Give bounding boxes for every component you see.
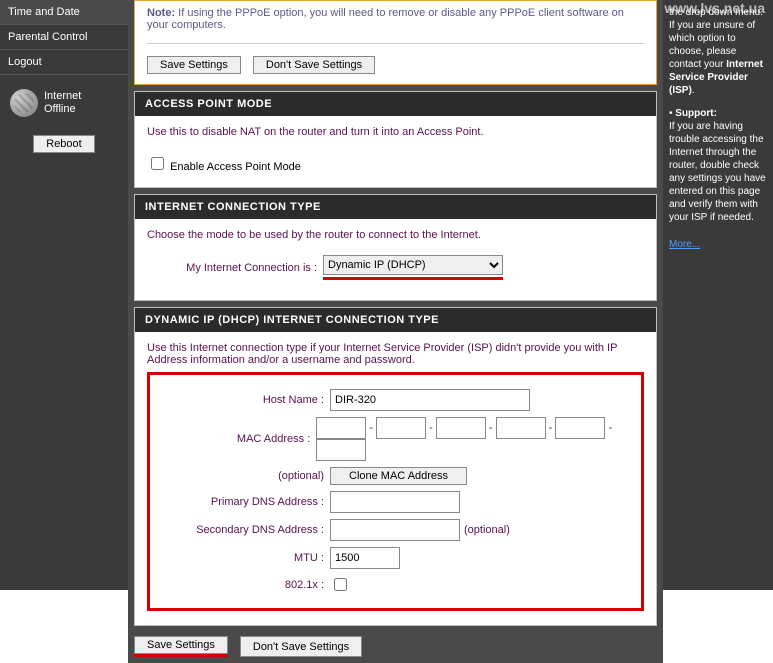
ict-label: My Internet Connection is : xyxy=(147,262,323,274)
note-text: If using the PPPoE option, you will need… xyxy=(147,7,624,31)
sidebar: Time and Date Parental Control Logout In… xyxy=(0,0,128,590)
ict-desc: Choose the mode to be used by the router… xyxy=(147,229,644,241)
apm-checkbox-label: Enable Access Point Mode xyxy=(170,161,301,173)
apm-title: ACCESS POINT MODE xyxy=(135,92,656,116)
dot1x-checkbox[interactable] xyxy=(334,578,347,591)
sdns-label: Secondary DNS Address : xyxy=(154,524,330,536)
clone-mac-button[interactable]: Clone MAC Address xyxy=(330,467,467,485)
mac-input-5[interactable] xyxy=(555,417,605,439)
dont-save-button-top[interactable]: Don't Save Settings xyxy=(253,56,375,74)
host-input[interactable] xyxy=(330,389,530,411)
sidebar-item-parental[interactable]: Parental Control xyxy=(0,25,128,50)
save-button-bottom[interactable]: Save Settings xyxy=(134,636,228,654)
save-button-top[interactable]: Save Settings xyxy=(147,56,241,74)
tips-text-2: If you are having trouble accessing the … xyxy=(669,120,767,224)
mac-input-3[interactable] xyxy=(436,417,486,439)
more-link[interactable]: More... xyxy=(669,239,700,250)
watermark: www.lvs.net.ua xyxy=(664,2,765,15)
tips-support-label: Support: xyxy=(675,108,717,119)
sdns-optional: (optional) xyxy=(464,524,510,536)
ict-title: INTERNET CONNECTION TYPE xyxy=(135,195,656,219)
pdns-input[interactable] xyxy=(330,491,460,513)
mac-input-1[interactable] xyxy=(316,417,366,439)
mac-optional: (optional) xyxy=(154,470,330,482)
dhcp-card: DYNAMIC IP (DHCP) INTERNET CONNECTION TY… xyxy=(134,307,657,626)
sidebar-item-logout[interactable]: Logout xyxy=(0,50,128,75)
dhcp-form: Host Name : MAC Address : - - - - - xyxy=(147,372,644,611)
sidebar-item-time-date[interactable]: Time and Date xyxy=(0,0,128,25)
mtu-label: MTU : xyxy=(154,552,330,564)
status-text: Internet Offline xyxy=(44,90,81,116)
mac-input-6[interactable] xyxy=(316,439,366,461)
sdns-input[interactable] xyxy=(330,519,460,541)
dot1x-label: 802.1x : xyxy=(154,579,330,591)
reboot-button[interactable]: Reboot xyxy=(33,135,94,153)
ict-select[interactable]: Dynamic IP (DHCP) xyxy=(323,255,503,275)
note-card: Note: If using the PPPoE option, you wil… xyxy=(134,0,657,85)
main-content: Note: If using the PPPoE option, you wil… xyxy=(128,0,663,663)
globe-icon xyxy=(10,89,38,117)
mac-input-4[interactable] xyxy=(496,417,546,439)
apm-checkbox[interactable] xyxy=(151,157,164,170)
internet-status: Internet Offline xyxy=(0,75,128,131)
bottom-button-bar: Save Settings Don't Save Settings xyxy=(134,636,657,657)
host-label: Host Name : xyxy=(154,394,330,406)
mac-input-2[interactable] xyxy=(376,417,426,439)
dont-save-button-bottom[interactable]: Don't Save Settings xyxy=(240,636,362,657)
note-prefix: Note: xyxy=(147,7,175,19)
apm-desc: Use this to disable NAT on the router an… xyxy=(147,126,644,138)
dhcp-desc: Use this Internet connection type if you… xyxy=(147,342,644,366)
apm-card: ACCESS POINT MODE Use this to disable NA… xyxy=(134,91,657,188)
mac-label: MAC Address : xyxy=(154,433,316,445)
dhcp-title: DYNAMIC IP (DHCP) INTERNET CONNECTION TY… xyxy=(135,308,656,332)
mtu-input[interactable] xyxy=(330,547,400,569)
ict-card: INTERNET CONNECTION TYPE Choose the mode… xyxy=(134,194,657,301)
tips-panel: www.lvs.net.ua the drop down menu. If yo… xyxy=(663,0,773,590)
pdns-label: Primary DNS Address : xyxy=(154,496,330,508)
